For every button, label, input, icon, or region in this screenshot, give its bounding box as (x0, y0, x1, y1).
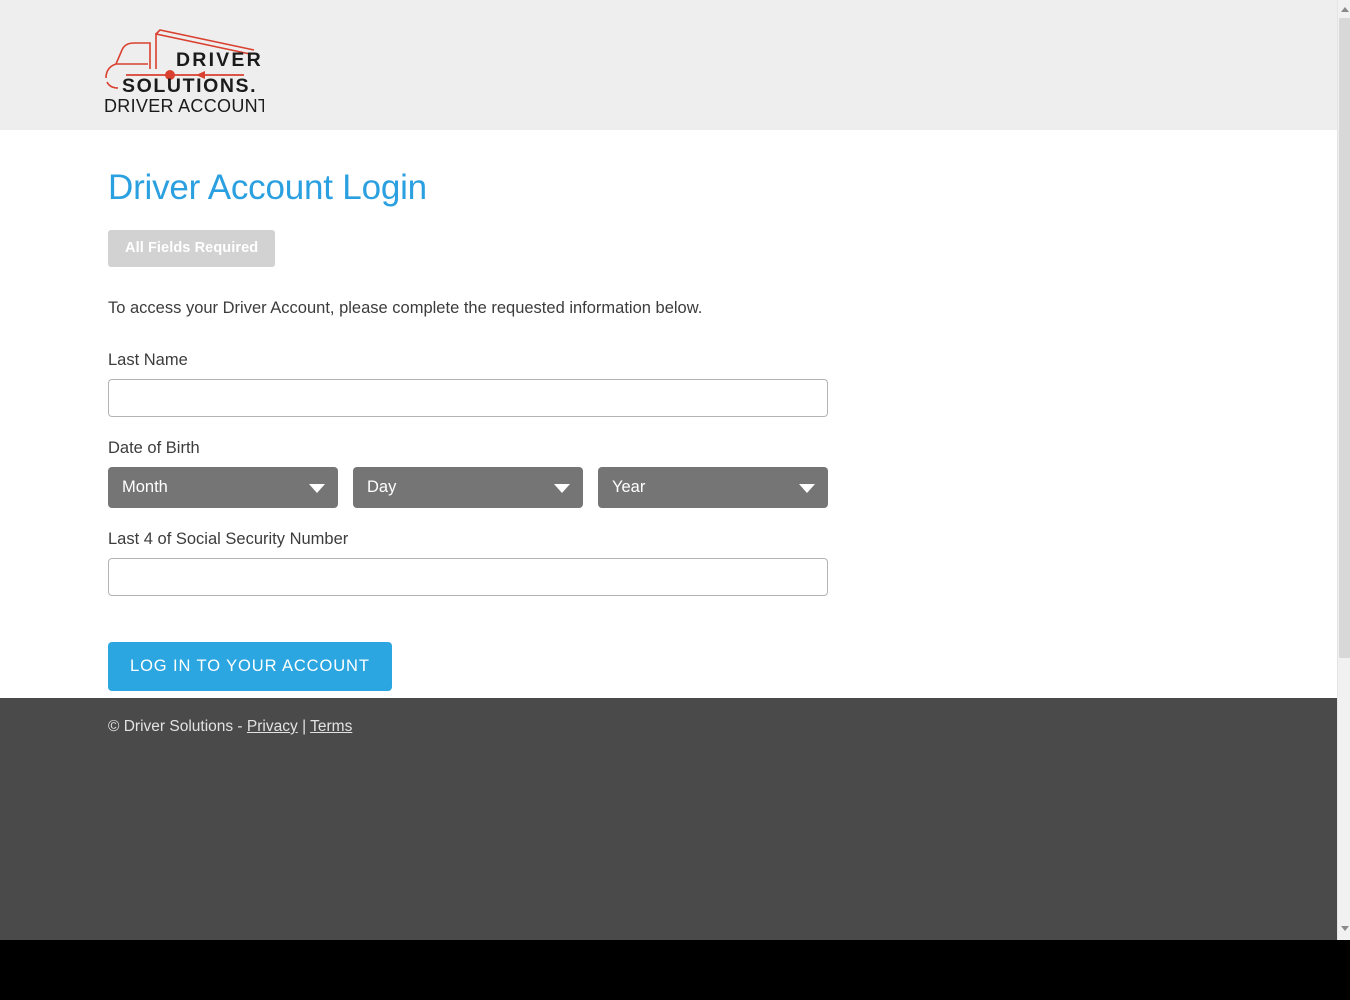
dob-year-select[interactable]: Year (598, 467, 828, 508)
login-button[interactable]: LOG IN TO YOUR ACCOUNT (108, 642, 392, 691)
dob-day-select-wrap: Day (353, 467, 583, 508)
dob-month-select-wrap: Month (108, 467, 338, 508)
date-of-birth-label: Date of Birth (108, 439, 200, 457)
intro-text: To access your Driver Account, please co… (108, 299, 703, 317)
scroll-down-arrow-icon[interactable] (1338, 922, 1350, 935)
dob-month-select[interactable]: Month (108, 467, 338, 508)
page-body: DRIVER SOLUTIONS. DRIVER ACCOUNT Driver … (0, 0, 1337, 940)
ssn-last4-input[interactable] (108, 558, 828, 596)
footer-separator: | (302, 718, 307, 735)
all-fields-required-badge: All Fields Required (108, 230, 276, 267)
page-title: Driver Account Login (108, 168, 427, 207)
last-name-label: Last Name (108, 351, 188, 369)
vertical-scrollbar[interactable] (1337, 0, 1350, 940)
scrollbar-thumb[interactable] (1339, 18, 1350, 658)
date-of-birth-row: Month Day Year (108, 467, 1337, 508)
svg-text:DRIVER: DRIVER (176, 49, 263, 71)
last-name-input[interactable] (108, 379, 828, 417)
privacy-link[interactable]: Privacy (247, 718, 298, 735)
browser-viewport: DRIVER SOLUTIONS. DRIVER ACCOUNT Driver … (0, 0, 1350, 940)
screen-bottom-strip (0, 940, 1350, 1000)
dob-year-select-wrap: Year (598, 467, 828, 508)
scroll-up-arrow-icon[interactable] (1338, 3, 1350, 16)
site-footer: © Driver Solutions - Privacy | Terms (0, 698, 1337, 940)
footer-copyright-row: © Driver Solutions - Privacy | Terms (0, 698, 1337, 736)
ssn-last4-label: Last 4 of Social Security Number (108, 530, 349, 548)
dob-day-select[interactable]: Day (353, 467, 583, 508)
svg-text:DRIVER ACCOUNT: DRIVER ACCOUNT (104, 96, 264, 114)
terms-link[interactable]: Terms (310, 718, 352, 735)
site-header: DRIVER SOLUTIONS. DRIVER ACCOUNT (0, 0, 1337, 130)
driver-solutions-logo[interactable]: DRIVER SOLUTIONS. DRIVER ACCOUNT (104, 22, 264, 114)
svg-text:SOLUTIONS.: SOLUTIONS. (122, 75, 257, 97)
footer-copyright-text: © Driver Solutions - (108, 718, 243, 735)
main-content: Driver Account Login All Fields Required… (0, 130, 1337, 698)
